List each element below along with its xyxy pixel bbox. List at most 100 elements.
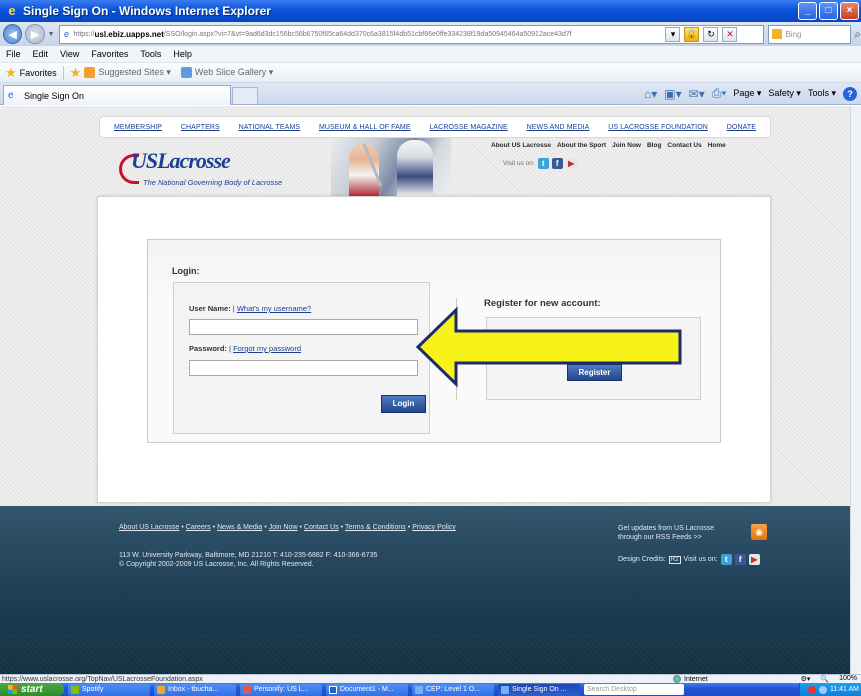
- footer-link-contact-us[interactable]: Contact Us: [304, 524, 339, 531]
- footer-link-join-now[interactable]: Join Now: [269, 524, 298, 531]
- header-links: About US Lacrosse About the Sport Join N…: [491, 142, 726, 149]
- refresh-icon[interactable]: ↻: [703, 26, 719, 42]
- safety-menu[interactable]: Safety ▾: [768, 88, 801, 99]
- link-home[interactable]: Home: [708, 142, 726, 149]
- ie-icon: [501, 685, 509, 694]
- forward-button[interactable]: ▶: [25, 24, 45, 44]
- tab-single-sign-on[interactable]: e Single Sign On: [3, 85, 231, 105]
- home-icon[interactable]: ⌂▾: [644, 87, 657, 101]
- protected-mode-icon[interactable]: ⚙▾: [801, 675, 811, 683]
- page-menu[interactable]: Page ▾: [733, 88, 761, 99]
- back-button[interactable]: ◀: [3, 24, 23, 44]
- link-blog[interactable]: Blog: [647, 142, 661, 149]
- logo-tagline: The National Governing Body of Lacrosse: [143, 178, 283, 187]
- nav-membership[interactable]: MEMBERSHIP: [114, 124, 162, 131]
- suggested-sites-label: Suggested Sites ▾: [98, 67, 171, 77]
- taskbar-label: Single Sign On ...: [512, 686, 567, 693]
- suggested-sites-link[interactable]: Suggested Sites ▾: [84, 67, 171, 78]
- address-bar[interactable]: e https:// usl.ebiz.uapps.net /SSO/login…: [58, 24, 765, 44]
- print-icon[interactable]: ⎙▾: [712, 86, 727, 101]
- rss-icon[interactable]: ◉: [751, 524, 767, 540]
- windows-flag-icon: [8, 685, 17, 694]
- footer-link-news-media[interactable]: News & Media: [217, 524, 262, 531]
- tools-menu[interactable]: Tools ▾: [808, 88, 836, 99]
- tray-network-icon[interactable]: [818, 685, 827, 694]
- status-bar: https://www.uslacrosse.org/TopNav/USLacr…: [0, 674, 861, 683]
- zoom-control[interactable]: ⚙▾ 🔍 100%: [801, 675, 857, 683]
- link-about-us-lacrosse[interactable]: About US Lacrosse: [491, 142, 551, 149]
- stop-icon[interactable]: ✕: [722, 26, 738, 42]
- footer-link-careers[interactable]: Careers: [186, 524, 211, 531]
- desktop-search-input[interactable]: Search Desktop: [584, 684, 684, 695]
- taskbar-item-personify[interactable]: Personify: US L...: [240, 683, 322, 696]
- taskbar-item-document1[interactable]: Document1 - M...: [326, 683, 408, 696]
- favorites-button[interactable]: Favorites: [20, 68, 57, 78]
- menu-tools[interactable]: Tools: [140, 49, 161, 59]
- footer-facebook-icon[interactable]: f: [734, 554, 746, 565]
- tray-alert-icon[interactable]: [807, 685, 816, 694]
- link-join-now[interactable]: Join Now: [612, 142, 641, 149]
- taskbar-item-spotify[interactable]: Spotify: [68, 683, 150, 696]
- nav-chapters[interactable]: CHAPTERS: [181, 124, 220, 131]
- footer-link-terms[interactable]: Terms & Conditions: [345, 524, 406, 531]
- link-contact-us[interactable]: Contact Us: [667, 142, 701, 149]
- maximize-button[interactable]: □: [819, 2, 838, 20]
- youtube-icon[interactable]: ▶: [565, 158, 577, 169]
- password-input[interactable]: [189, 360, 418, 376]
- footer-link-about[interactable]: About US Lacrosse: [119, 524, 179, 531]
- twitter-icon[interactable]: t: [537, 158, 549, 169]
- rss-feeds-link[interactable]: through our RSS Feeds >>: [618, 533, 738, 542]
- nav-donate[interactable]: DONATE: [727, 124, 756, 131]
- tab-bar: e Single Sign On ⌂▾ ▣▾ ✉▾ ⎙▾ Page ▾ Safe…: [0, 83, 861, 105]
- footer-twitter-icon[interactable]: t: [720, 554, 732, 565]
- forgot-password-link[interactable]: Forgot my password: [233, 344, 301, 353]
- clock[interactable]: 11:41 AM: [830, 686, 859, 693]
- username-input[interactable]: [189, 319, 418, 335]
- rss-text: Get updates from US Lacrosse through our…: [618, 524, 738, 542]
- menu-edit[interactable]: Edit: [33, 49, 49, 59]
- facebook-icon[interactable]: f: [551, 158, 563, 169]
- nav-us-lacrosse-foundation[interactable]: US LACROSSE FOUNDATION: [608, 124, 708, 131]
- search-icon[interactable]: ⌕: [854, 27, 861, 42]
- r2-logo[interactable]: R2: [668, 555, 681, 564]
- ie-icon: [415, 685, 423, 694]
- vertical-scrollbar[interactable]: [850, 106, 861, 674]
- favorites-star-icon[interactable]: ★: [5, 65, 17, 81]
- footer-link-privacy[interactable]: Privacy Policy: [412, 524, 456, 531]
- page-viewport: MEMBERSHIP CHAPTERS NATIONAL TEAMS MUSEU…: [0, 106, 850, 674]
- address-dropdown-icon[interactable]: ▾: [665, 26, 681, 42]
- taskbar-item-single-sign-on[interactable]: Single Sign On ...: [498, 683, 580, 696]
- mail-icon[interactable]: ✉▾: [689, 87, 705, 101]
- minimize-button[interactable]: _: [798, 2, 817, 20]
- menu-favorites[interactable]: Favorites: [91, 49, 128, 59]
- header-players-photo: [331, 138, 451, 196]
- whats-my-username-link[interactable]: What's my username?: [237, 304, 311, 313]
- link-about-the-sport[interactable]: About the Sport: [557, 142, 606, 149]
- nav-national-teams[interactable]: NATIONAL TEAMS: [239, 124, 301, 131]
- window-titlebar[interactable]: e Single Sign On - Windows Internet Expl…: [0, 0, 861, 22]
- menu-view[interactable]: View: [60, 49, 79, 59]
- login-button[interactable]: Login: [381, 395, 426, 413]
- window-title: Single Sign On - Windows Internet Explor…: [23, 4, 271, 18]
- menu-file[interactable]: File: [6, 49, 21, 59]
- history-dropdown-icon[interactable]: ▼: [48, 31, 55, 38]
- nav-museum-hall-of-fame[interactable]: MUSEUM & HALL OF FAME: [319, 124, 411, 131]
- nav-news-and-media[interactable]: NEWS AND MEDIA: [527, 124, 590, 131]
- close-button[interactable]: ×: [840, 2, 859, 20]
- add-favorite-icon[interactable]: ★: [70, 65, 82, 81]
- web-slice-gallery-link[interactable]: Web Slice Gallery ▾: [180, 67, 273, 78]
- start-button[interactable]: start: [0, 683, 64, 696]
- search-input[interactable]: Bing: [768, 24, 852, 44]
- us-lacrosse-logo[interactable]: USLacrosse The National Governing Body o…: [119, 148, 299, 194]
- footer-youtube-icon[interactable]: ▶: [748, 554, 760, 565]
- help-icon[interactable]: ?: [843, 86, 857, 101]
- new-tab-button[interactable]: [232, 87, 258, 104]
- taskbar-item-inbox[interactable]: Inbox - tbucha...: [154, 683, 236, 696]
- lock-icon[interactable]: 🔒: [684, 26, 700, 42]
- security-zone[interactable]: Internet: [673, 675, 708, 683]
- nav-lacrosse-magazine[interactable]: LACROSSE MAGAZINE: [429, 124, 507, 131]
- feeds-icon[interactable]: ▣▾: [664, 87, 681, 101]
- zoom-level[interactable]: 100%: [839, 675, 857, 683]
- taskbar-item-cep[interactable]: CEP: Level 1 O...: [412, 683, 494, 696]
- menu-help[interactable]: Help: [173, 49, 192, 59]
